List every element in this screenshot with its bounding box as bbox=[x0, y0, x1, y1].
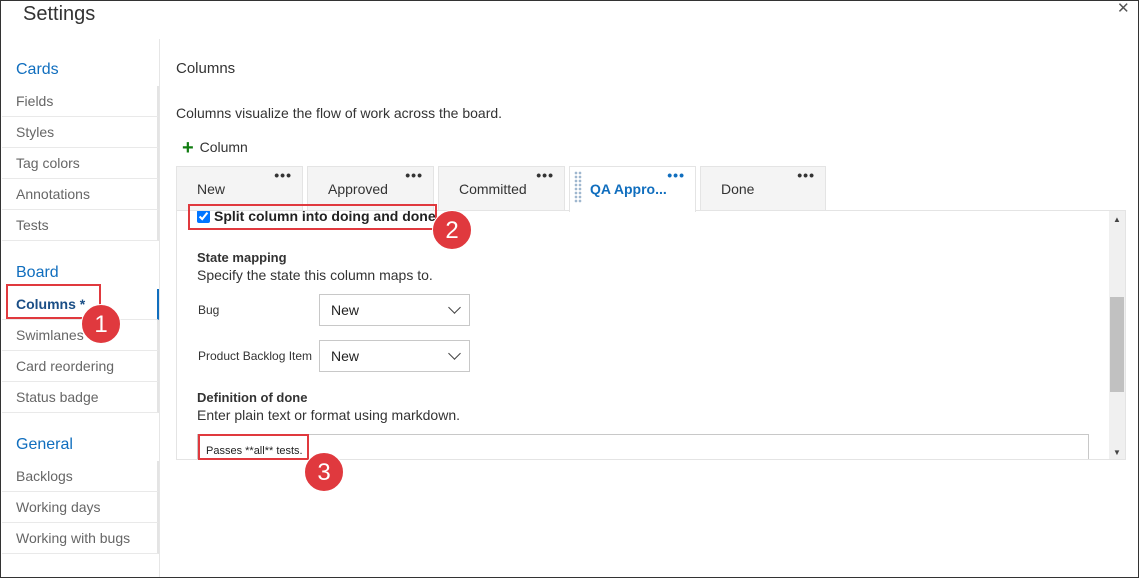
bug-label: Bug bbox=[198, 303, 220, 317]
marker-2: 2 bbox=[432, 210, 472, 250]
section-cards: Cards bbox=[16, 61, 59, 78]
add-column-button[interactable]: + Column bbox=[182, 135, 248, 159]
bug-state-select[interactable]: New bbox=[319, 294, 470, 326]
sidebar-item-card-reordering[interactable]: Card reordering bbox=[2, 351, 159, 382]
bug-state-value: New bbox=[331, 302, 360, 318]
page-title: Columns bbox=[176, 60, 236, 77]
more-icon[interactable]: ••• bbox=[536, 167, 554, 183]
sidebar-item-working-with-bugs[interactable]: Working with bugs bbox=[2, 523, 159, 554]
highlight-split-checkbox bbox=[188, 204, 437, 230]
close-icon[interactable]: ✕ bbox=[1117, 0, 1130, 17]
tab-qa-approved[interactable]: QA Appro... ••• bbox=[569, 166, 696, 212]
tab-label: New bbox=[197, 181, 226, 197]
column-settings-panel: Split column into doing and done State m… bbox=[176, 210, 1126, 460]
sidebar-item-annotations[interactable]: Annotations bbox=[2, 179, 159, 210]
scrollbar-thumb[interactable] bbox=[1110, 297, 1124, 392]
more-icon[interactable]: ••• bbox=[405, 167, 423, 183]
pbi-state-select[interactable]: New bbox=[319, 340, 470, 372]
section-general: General bbox=[16, 436, 73, 453]
sidebar-item-styles[interactable]: Styles bbox=[2, 117, 159, 148]
more-icon[interactable]: ••• bbox=[797, 167, 815, 183]
chevron-down-icon bbox=[448, 347, 461, 360]
highlight-dod-text bbox=[198, 434, 309, 460]
marker-1: 1 bbox=[81, 304, 121, 344]
state-mapping-heading: State mapping bbox=[197, 250, 287, 265]
marker-3: 3 bbox=[304, 452, 344, 492]
scroll-down-icon[interactable]: ▼ bbox=[1113, 448, 1121, 457]
section-board: Board bbox=[16, 264, 59, 281]
add-column-label: Column bbox=[199, 139, 248, 155]
sidebar-item-tag-colors[interactable]: Tag colors bbox=[2, 148, 159, 179]
sidebar-item-working-days[interactable]: Working days bbox=[2, 492, 159, 523]
tab-committed[interactable]: Committed ••• bbox=[438, 166, 565, 210]
definition-of-done-description: Enter plain text or format using markdow… bbox=[197, 407, 461, 423]
state-mapping-description: Specify the state this column maps to. bbox=[197, 267, 433, 283]
panel-scrollbar[interactable]: ▲ ▼ bbox=[1109, 211, 1125, 459]
plus-icon: + bbox=[182, 137, 194, 159]
tab-label: Done bbox=[721, 181, 755, 197]
definition-of-done-heading: Definition of done bbox=[197, 390, 308, 405]
page-description: Columns visualize the flow of work acros… bbox=[176, 105, 503, 121]
more-icon[interactable]: ••• bbox=[667, 167, 685, 183]
pbi-state-value: New bbox=[331, 348, 360, 364]
sidebar-item-fields[interactable]: Fields bbox=[2, 86, 159, 117]
pbi-label: Product Backlog Item bbox=[198, 349, 313, 363]
tab-label: Approved bbox=[328, 181, 388, 197]
more-icon[interactable]: ••• bbox=[274, 167, 292, 183]
dialog-title: Settings bbox=[23, 3, 96, 25]
sidebar-item-status-badge[interactable]: Status badge bbox=[2, 382, 159, 413]
settings-dialog: Settings ✕ Cards Fields Styles Tag color… bbox=[0, 0, 1139, 578]
drag-grip-icon[interactable] bbox=[574, 171, 582, 203]
sidebar-item-tests[interactable]: Tests bbox=[2, 210, 159, 241]
tab-done[interactable]: Done ••• bbox=[700, 166, 826, 210]
tab-label: Committed bbox=[459, 181, 527, 197]
scroll-up-icon[interactable]: ▲ bbox=[1113, 215, 1121, 224]
tab-label: QA Appro... bbox=[590, 181, 667, 197]
sidebar-item-backlogs[interactable]: Backlogs bbox=[2, 461, 159, 492]
chevron-down-icon bbox=[448, 301, 461, 314]
